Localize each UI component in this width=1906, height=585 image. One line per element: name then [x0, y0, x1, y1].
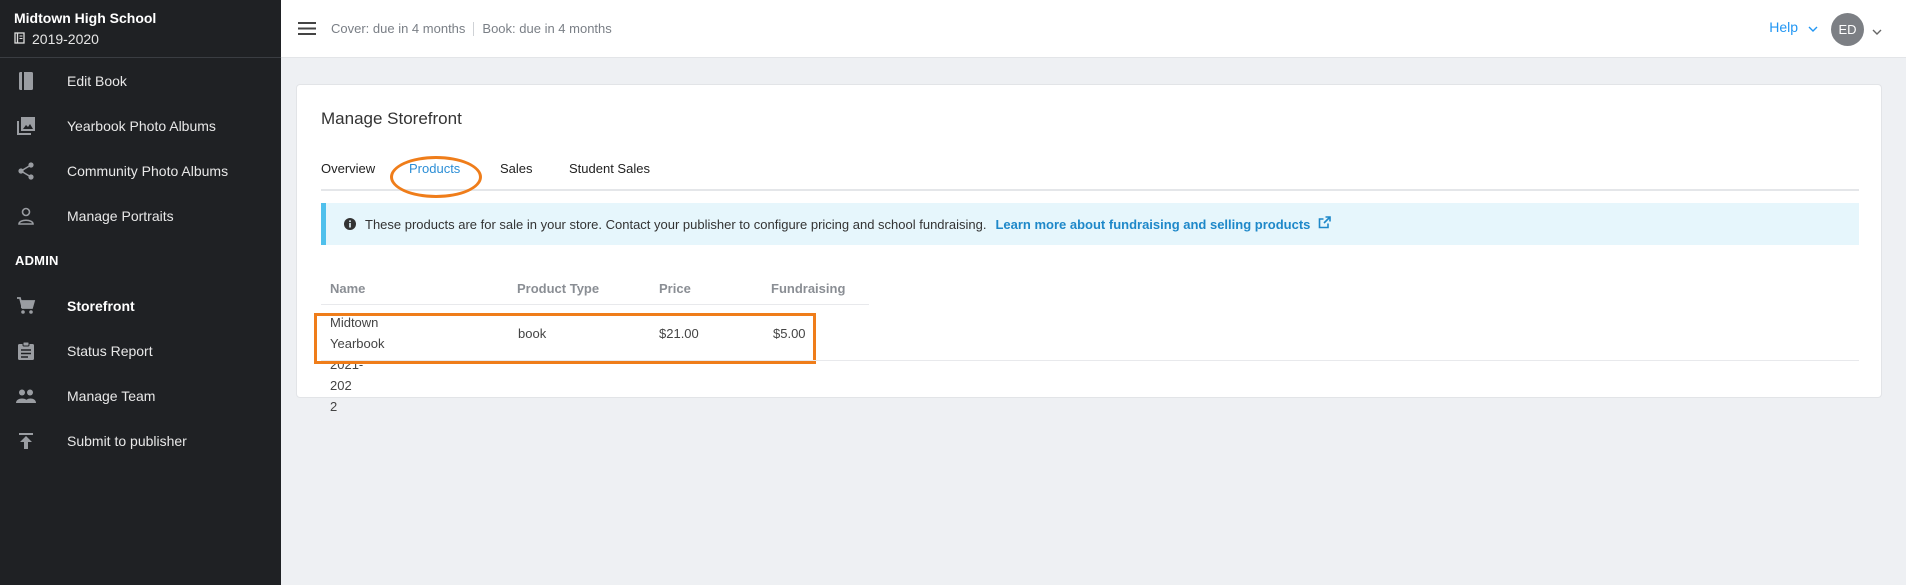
school-year-label: 2019-2020 — [32, 31, 99, 47]
sidebar: Midtown High School 2019-2020 Edit Book … — [0, 0, 281, 585]
product-name-line: 2 — [330, 399, 338, 414]
divider — [473, 21, 475, 36]
tab-bar: Overview Products Sales Student Sales — [321, 161, 1859, 191]
divider — [321, 360, 1859, 361]
book-deadline: Book: due in 4 months — [482, 21, 612, 36]
sidebar-item-label: Manage Team — [67, 387, 156, 404]
sidebar-item-yearbook-photo-albums[interactable]: Yearbook Photo Albums — [0, 103, 281, 148]
cover-deadline: Cover: due in 4 months — [331, 21, 466, 36]
top-bar: Cover: due in 4 months Book: due in 4 mo… — [281, 0, 1906, 58]
chevron-down-icon — [1808, 19, 1818, 35]
fundraising-help-link[interactable]: Learn more about fundraising and selling… — [995, 216, 1332, 232]
person-icon — [16, 206, 36, 226]
share-icon — [16, 161, 36, 181]
sidebar-item-label: Status Report — [67, 342, 153, 359]
external-link-icon — [1318, 216, 1332, 232]
page-title: Manage Storefront — [321, 109, 462, 128]
column-header-name[interactable]: Name — [330, 281, 365, 296]
calendar-book-icon — [14, 31, 25, 47]
sidebar-item-manage-team[interactable]: Manage Team — [0, 373, 281, 418]
storefront-card: Manage Storefront Overview Products Sale… — [296, 84, 1882, 414]
column-header-fundraising[interactable]: Fundraising — [771, 281, 845, 296]
school-brand: Midtown High School 2019-2020 — [0, 0, 281, 58]
avatar[interactable]: ED — [1831, 13, 1864, 46]
book-icon — [16, 71, 36, 91]
column-header-price[interactable]: Price — [659, 281, 691, 296]
cart-icon — [16, 296, 36, 316]
link-label: Learn more about fundraising and selling… — [995, 216, 1311, 232]
sidebar-item-status-report[interactable]: Status Report — [0, 328, 281, 373]
sidebar-item-label: Storefront — [67, 297, 135, 314]
sidebar-item-label: Edit Book — [67, 72, 127, 89]
school-year[interactable]: 2019-2020 — [14, 31, 267, 47]
sidebar-item-label: Yearbook Photo Albums — [67, 117, 216, 134]
school-name: Midtown High School — [14, 10, 157, 26]
deadlines: Cover: due in 4 months Book: due in 4 mo… — [331, 21, 612, 36]
alert-text: These products are for sale in your stor… — [365, 216, 987, 232]
upload-icon — [16, 431, 36, 451]
people-icon — [16, 386, 36, 406]
column-header-product-type[interactable]: Product Type — [517, 281, 599, 296]
sidebar-section-admin: ADMIN — [15, 253, 59, 268]
tab-sales[interactable]: Sales — [500, 161, 533, 176]
sidebar-item-label: Submit to publisher — [67, 432, 187, 449]
help-menu[interactable]: Help — [1769, 19, 1818, 35]
hamburger-menu-icon[interactable] — [297, 19, 317, 39]
tab-student-sales[interactable]: Student Sales — [569, 161, 650, 176]
highlight-circle — [390, 156, 482, 198]
highlight-box — [314, 313, 816, 364]
sidebar-item-label: Community Photo Albums — [67, 162, 229, 179]
sidebar-item-submit-to-publisher[interactable]: Submit to publisher — [0, 418, 281, 463]
sidebar-item-label: Manage Portraits — [67, 207, 174, 224]
info-icon — [344, 218, 356, 230]
help-label: Help — [1769, 19, 1798, 35]
sidebar-item-edit-book[interactable]: Edit Book — [0, 58, 281, 103]
sidebar-item-storefront[interactable]: Storefront — [0, 283, 281, 328]
sidebar-item-community-photo-albums[interactable]: Community Photo Albums — [0, 148, 281, 193]
photo-album-icon — [16, 116, 36, 136]
sidebar-item-manage-portraits[interactable]: Manage Portraits — [0, 193, 281, 238]
info-alert: These products are for sale in your stor… — [321, 203, 1859, 245]
divider — [321, 304, 869, 305]
clipboard-icon — [16, 341, 36, 361]
chevron-down-icon[interactable] — [1872, 22, 1882, 40]
tab-overview[interactable]: Overview — [321, 161, 375, 176]
